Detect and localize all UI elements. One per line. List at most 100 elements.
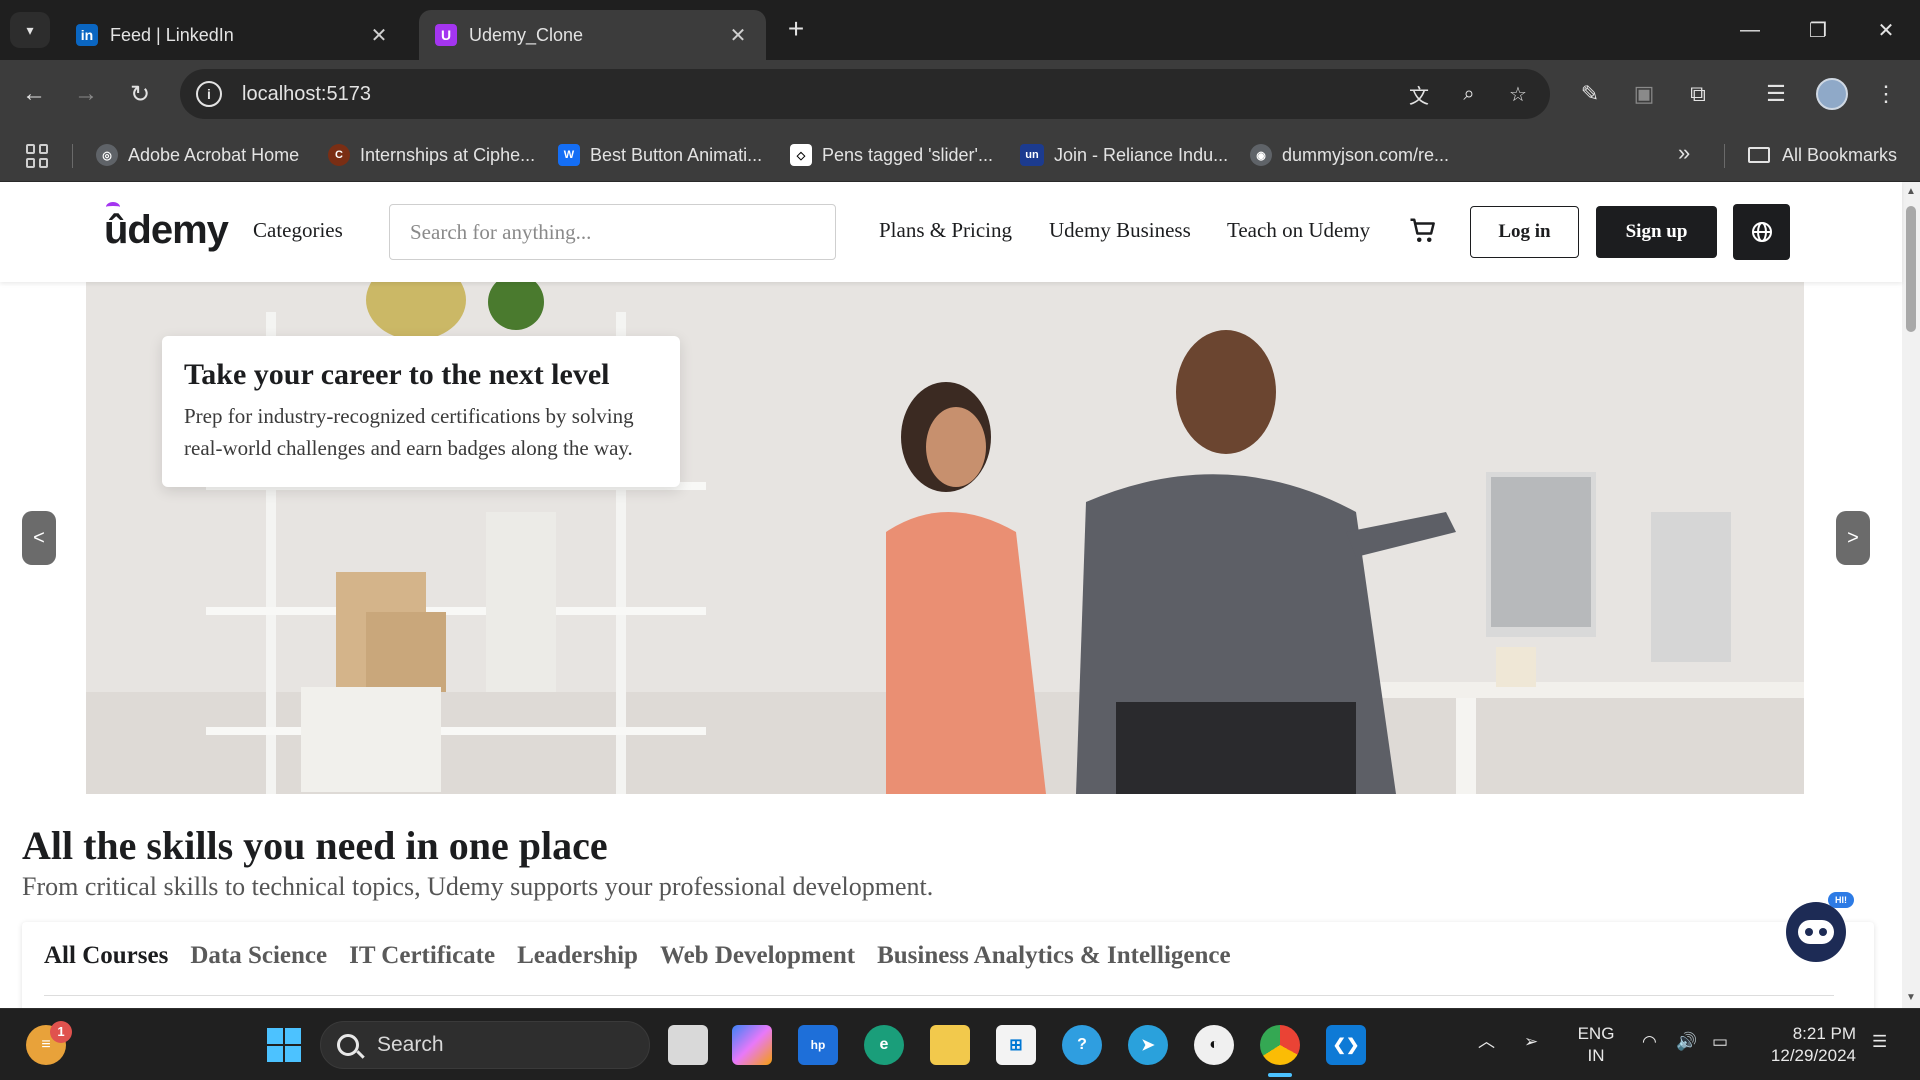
- vscode-icon[interactable]: ❮❯: [1326, 1025, 1366, 1065]
- scrollbar-thumb[interactable]: [1906, 206, 1916, 332]
- back-arrow-icon[interactable]: ←: [16, 76, 52, 112]
- restore-icon[interactable]: ❐: [1784, 0, 1852, 60]
- address-url[interactable]: localhost:5173: [242, 83, 371, 106]
- udemy-logo[interactable]: ûdemy: [104, 202, 229, 253]
- browser-tab-udemy-clone[interactable]: U Udemy_Clone ✕: [419, 10, 766, 60]
- bookmark-adobe-acrobat[interactable]: ◎ Adobe Acrobat Home: [96, 140, 299, 170]
- taskbar-search-label: Search: [377, 1033, 444, 1056]
- apps-grid-icon[interactable]: [26, 144, 50, 168]
- bookmark-label: Internships at Ciphe...: [360, 144, 536, 165]
- reload-icon[interactable]: ↻: [122, 76, 158, 112]
- bookmark-codepen[interactable]: ◇ Pens tagged 'slider'...: [790, 140, 993, 170]
- new-tab-plus-icon[interactable]: +: [780, 14, 812, 46]
- hero-card: Take your career to the next level Prep …: [162, 336, 680, 487]
- tab-title: Feed | LinkedIn: [110, 24, 234, 45]
- copilot-icon[interactable]: [732, 1025, 772, 1065]
- tab-close-icon[interactable]: ✕: [726, 23, 750, 48]
- bookmark-unstop[interactable]: un Join - Reliance Indu...: [1020, 140, 1228, 170]
- tab-all-courses[interactable]: All Courses: [44, 942, 168, 970]
- active-app-indicator: [1268, 1073, 1292, 1077]
- language-code: ENG: [1577, 1024, 1615, 1043]
- cart-icon[interactable]: [1408, 216, 1438, 246]
- tab-leadership[interactable]: Leadership: [517, 942, 638, 970]
- carousel-next-button[interactable]: >: [1836, 511, 1870, 565]
- notifications-icon[interactable]: ☰: [1872, 1031, 1887, 1053]
- more-bookmarks-chevron-icon[interactable]: »: [1678, 140, 1690, 166]
- microsoft-store-icon[interactable]: ⊞: [996, 1025, 1036, 1065]
- chatbot-button[interactable]: HI!: [1782, 892, 1854, 962]
- window-controls: — ❐ ✕: [1716, 0, 1920, 60]
- logo-text: ûdemy: [104, 208, 229, 252]
- language-button[interactable]: [1733, 204, 1790, 260]
- categories-link[interactable]: Categories: [253, 218, 343, 243]
- language-indicator[interactable]: ENG IN: [1574, 1023, 1618, 1067]
- region-code: IN: [1587, 1046, 1605, 1065]
- myhp-icon[interactable]: hp: [798, 1025, 838, 1065]
- translate-icon[interactable]: 文: [1406, 81, 1432, 108]
- volume-icon[interactable]: 🔊: [1676, 1031, 1697, 1053]
- pen-extension-icon[interactable]: ✎: [1572, 76, 1608, 112]
- site-info-icon[interactable]: i: [196, 81, 222, 107]
- close-window-icon[interactable]: ✕: [1852, 0, 1920, 60]
- forward-arrow-icon[interactable]: →: [68, 76, 104, 112]
- location-arrow-icon[interactable]: ➢: [1524, 1031, 1538, 1053]
- bookmark-dummyjson[interactable]: ◉ dummyjson.com/re...: [1250, 140, 1449, 170]
- task-view-icon[interactable]: [668, 1025, 708, 1065]
- folder-icon: [1748, 147, 1770, 163]
- browser-toolbar: ← → ↻ i localhost:5173 文 ⌕ ☆ ✎ ▣ ⧉ ☰ ⋮: [0, 60, 1920, 128]
- clock-time: 8:21 PM: [1792, 1024, 1856, 1043]
- hero-title: Take your career to the next level: [184, 358, 610, 391]
- chrome-menu-icon[interactable]: ⋮: [1868, 76, 1904, 112]
- bookmark-label: Join - Reliance Indu...: [1054, 144, 1229, 165]
- bookmark-label: Adobe Acrobat Home: [128, 144, 300, 165]
- search-input[interactable]: [389, 204, 836, 260]
- windows-start-icon[interactable]: [264, 1025, 304, 1065]
- file-explorer-icon[interactable]: [930, 1025, 970, 1065]
- edge-icon[interactable]: e: [864, 1025, 904, 1065]
- windows-taskbar: ≡ 1 Search hp e ⊞ ? ➤ ◐ ❮❯ ︿ ➢ ENG IN ◠ …: [0, 1008, 1920, 1080]
- battery-icon[interactable]: ▭: [1712, 1031, 1728, 1053]
- github-icon[interactable]: ◐: [1194, 1025, 1234, 1065]
- profile-avatar[interactable]: [1816, 78, 1848, 110]
- tab-business-analytics[interactable]: Business Analytics & Intelligence: [877, 942, 1231, 970]
- zoom-icon[interactable]: ⌕: [1456, 81, 1482, 107]
- chrome-icon[interactable]: [1260, 1025, 1300, 1065]
- tab-data-science[interactable]: Data Science: [190, 942, 327, 970]
- minimize-icon[interactable]: —: [1716, 0, 1784, 60]
- extensions-puzzle-icon[interactable]: ⧉: [1680, 76, 1716, 112]
- bookmarks-bar: ◎ Adobe Acrobat Home C Internships at Ci…: [0, 128, 1920, 182]
- udemy-icon: U: [435, 24, 457, 46]
- login-button[interactable]: Log in: [1470, 206, 1579, 258]
- media-controls-icon[interactable]: ☰: [1758, 76, 1794, 112]
- unstop-icon: un: [1020, 144, 1044, 166]
- help-icon[interactable]: ?: [1062, 1025, 1102, 1065]
- bookmark-cipher[interactable]: C Internships at Ciphe...: [328, 140, 535, 170]
- signup-button[interactable]: Sign up: [1596, 206, 1717, 258]
- teach-on-udemy-link[interactable]: Teach on Udemy: [1227, 218, 1370, 243]
- all-bookmarks-button[interactable]: All Bookmarks: [1748, 140, 1897, 170]
- tab-close-icon[interactable]: ✕: [367, 23, 391, 48]
- bookmark-star-icon[interactable]: ☆: [1505, 81, 1531, 107]
- tab-search-chevron-icon[interactable]: ▾: [10, 12, 50, 48]
- tray-chevron-icon[interactable]: ︿: [1478, 1031, 1495, 1053]
- taskbar-search[interactable]: Search: [320, 1021, 650, 1069]
- carousel-prev-button[interactable]: <: [22, 511, 56, 565]
- bookmark-button-animations[interactable]: W Best Button Animati...: [558, 140, 762, 170]
- wifi-icon[interactable]: ◠: [1642, 1031, 1657, 1053]
- clock[interactable]: 8:21 PM 12/29/2024: [1756, 1023, 1856, 1067]
- scroll-down-icon[interactable]: ▼: [1906, 992, 1916, 1003]
- camera-extension-icon[interactable]: ▣: [1626, 76, 1662, 112]
- page-scrollbar[interactable]: ▲ ▼: [1902, 182, 1920, 1008]
- bookmarks-divider: [1724, 144, 1725, 168]
- chatbot-hi-badge: HI!: [1828, 892, 1854, 908]
- clock-date: 12/29/2024: [1770, 1046, 1856, 1065]
- address-bar[interactable]: i localhost:5173 文 ⌕ ☆: [180, 69, 1550, 119]
- tab-it-certificate[interactable]: IT Certificate: [349, 942, 495, 970]
- telegram-icon[interactable]: ➤: [1128, 1025, 1168, 1065]
- udemy-business-link[interactable]: Udemy Business: [1049, 218, 1191, 243]
- scroll-up-icon[interactable]: ▲: [1906, 186, 1916, 197]
- tab-web-development[interactable]: Web Development: [660, 942, 855, 970]
- acrobat-icon: ◎: [96, 144, 118, 166]
- browser-tab-linkedin[interactable]: in Feed | LinkedIn ✕: [60, 10, 407, 60]
- plans-pricing-link[interactable]: Plans & Pricing: [879, 218, 1012, 243]
